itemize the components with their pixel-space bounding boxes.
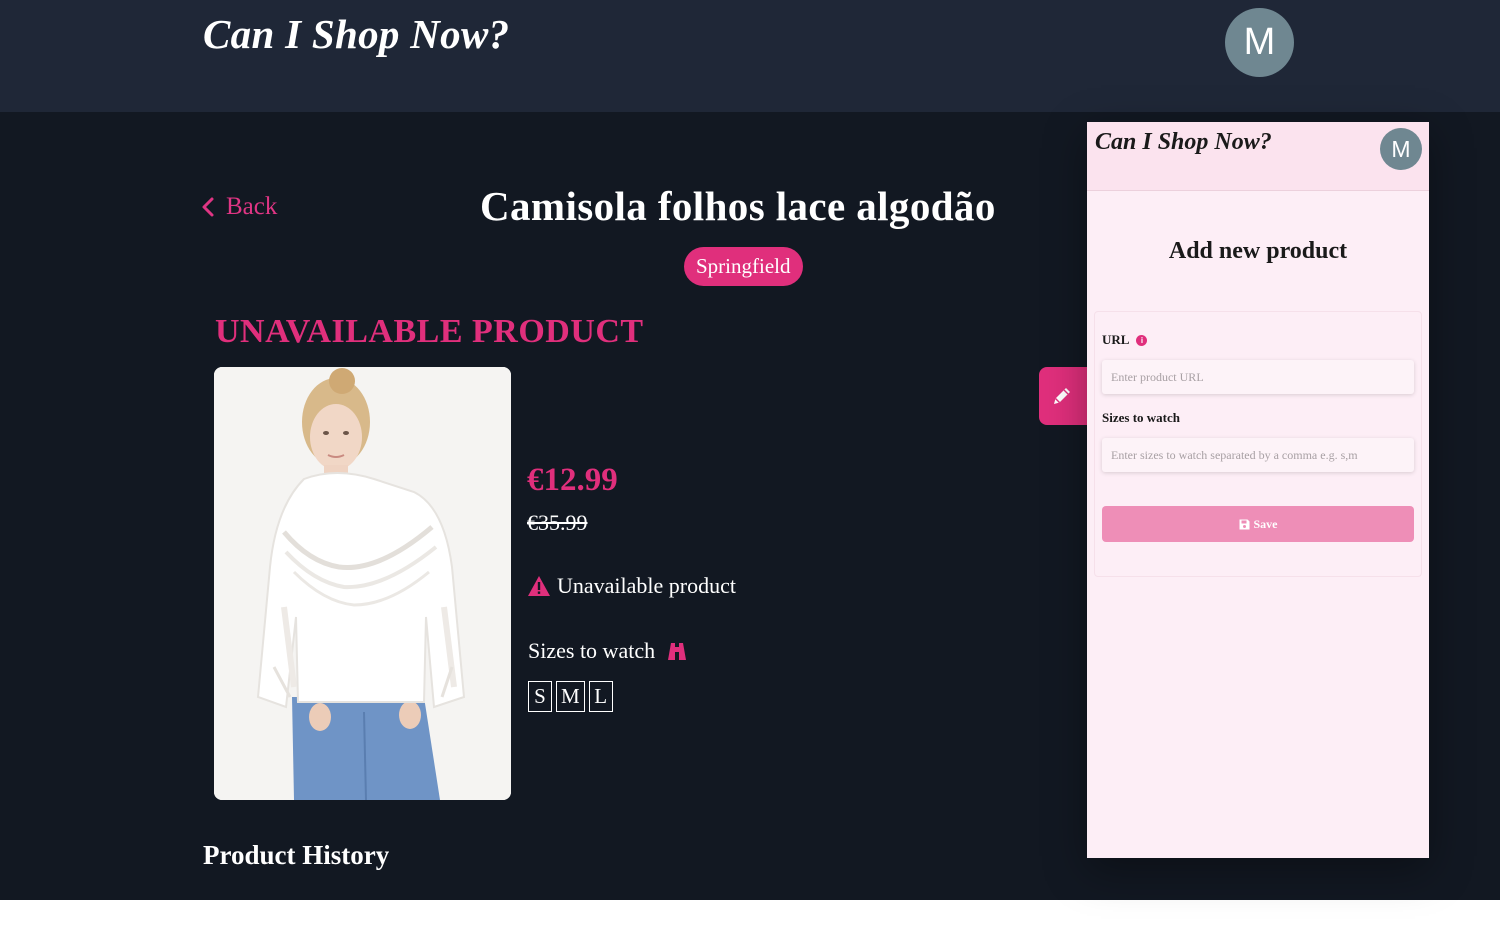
store-badge: Springfield [684,247,803,286]
url-label: URL i [1102,332,1148,348]
sizes-label-text: Sizes to watch [528,638,656,663]
pencil-icon [1054,388,1070,404]
product-history-heading: Product History [203,840,390,870]
current-price: €12.99 [527,462,618,498]
size-chip: M [556,681,585,712]
save-label: Save [1253,516,1278,531]
availability-status: Unavailable product [527,573,736,599]
sizes-to-watch-label: Sizes to watch [528,638,689,664]
panel-header: Can I Shop Now? M [1087,122,1429,191]
back-label: Back [226,193,278,220]
info-icon[interactable]: i [1136,334,1148,346]
binoculars-icon [668,643,687,660]
status-text: Unavailable product [557,573,736,598]
sizes-input[interactable] [1102,438,1414,472]
url-label-text: URL [1102,332,1130,347]
product-image [214,367,511,800]
add-product-panel: Can I Shop Now? M Add new product URL i … [1087,122,1429,858]
size-chip: S [528,681,552,712]
sizes-field-label: Sizes to watch [1102,410,1180,426]
availability-heading: UNAVAILABLE PRODUCT [215,313,644,350]
sizes-field-label-text: Sizes to watch [1102,410,1180,425]
product-url-input[interactable] [1102,360,1414,394]
floppy-disk-icon [1239,519,1249,529]
top-navbar: Can I Shop Now? M [0,0,1500,112]
back-button[interactable]: Back [200,193,277,221]
product-title: Camisola folhos lace algodão [480,183,996,229]
original-price: €35.99 [527,510,588,535]
user-avatar[interactable]: M [1225,8,1294,77]
app-brand[interactable]: Can I Shop Now? [203,10,509,58]
size-chip: L [588,681,613,712]
warning-triangle-icon [528,576,550,596]
panel-title: Add new product [1168,238,1348,264]
chevron-left-icon [202,197,214,217]
save-button[interactable]: Save [1102,506,1414,542]
panel-brand[interactable]: Can I Shop Now? [1095,129,1272,156]
size-chip-list: S M L [528,681,613,712]
product-photo-illustration [214,367,511,800]
panel-user-avatar[interactable]: M [1380,128,1422,170]
